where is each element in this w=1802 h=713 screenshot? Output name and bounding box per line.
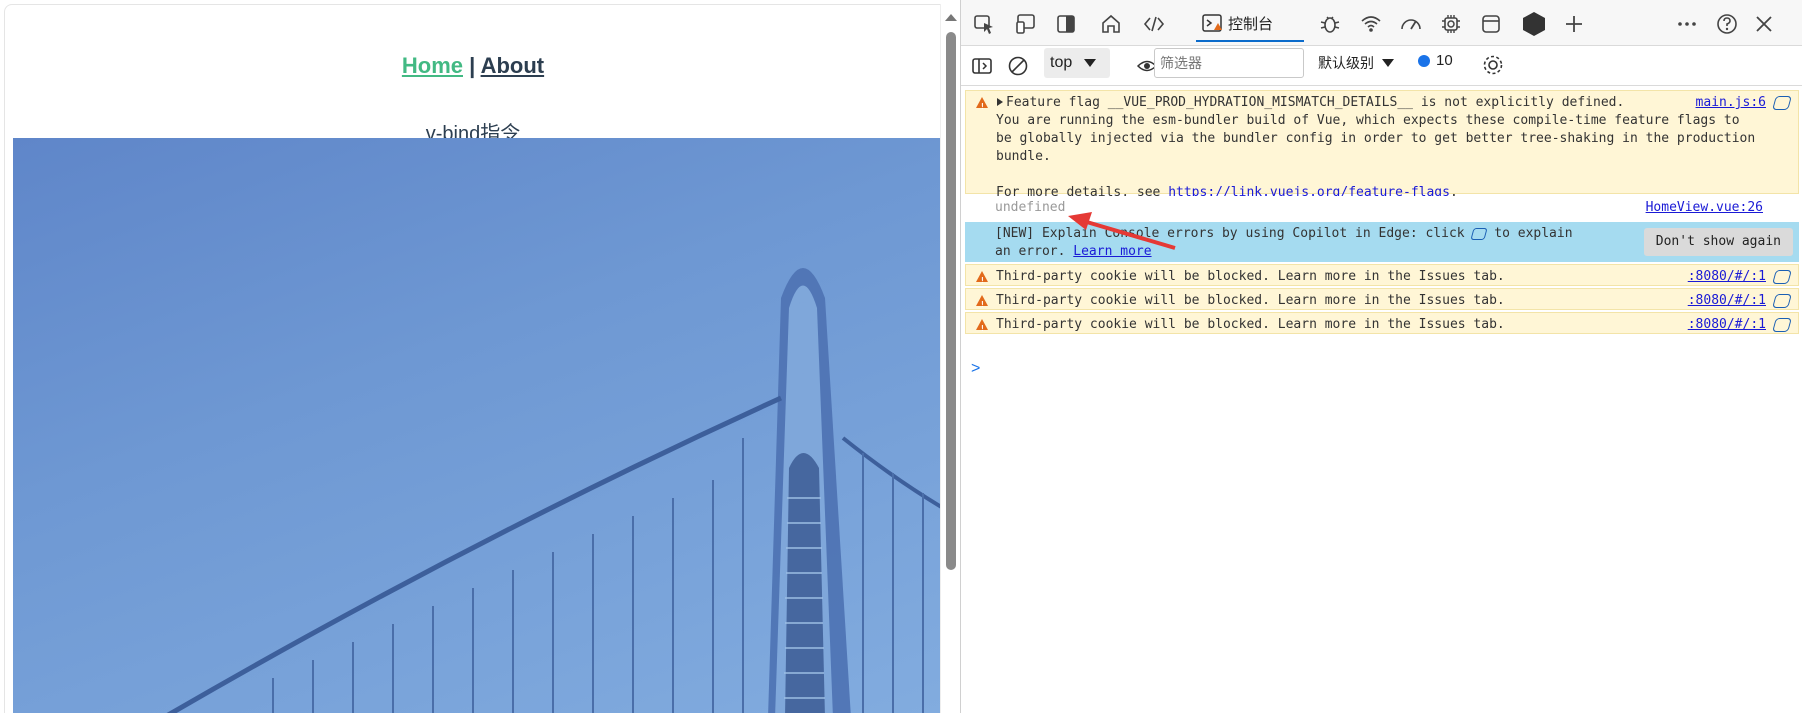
context-value: top bbox=[1050, 54, 1073, 71]
help-question-icon[interactable] bbox=[1714, 11, 1740, 37]
message-text: Feature flag __VUE_PROD_HYDRATION_MISMAT… bbox=[1006, 95, 1625, 110]
sources-bug-icon[interactable] bbox=[1317, 11, 1343, 37]
devtools-panel: 控制台 top 筛选器 默认级别 10 ! Feature flag __VUE… bbox=[960, 0, 1802, 713]
tab-console[interactable]: 控制台 bbox=[1196, 6, 1304, 42]
page-nav: Home | About bbox=[5, 53, 940, 79]
copilot-explain-icon[interactable] bbox=[1772, 294, 1792, 308]
log-level-dropdown[interactable]: 默认级别 bbox=[1318, 52, 1394, 74]
copilot-explain-icon[interactable] bbox=[1772, 270, 1792, 284]
banner-text: to explain bbox=[1494, 226, 1573, 241]
message-text: Third-party cookie will be blocked. Lear… bbox=[996, 317, 1505, 332]
console-prompt-chevron-icon[interactable]: > bbox=[971, 360, 980, 378]
banner-text: [NEW] Explain Console errors by using Co… bbox=[995, 226, 1465, 241]
network-wifi-icon[interactable] bbox=[1358, 11, 1384, 37]
warning-icon bbox=[976, 97, 988, 116]
screen: Home | About v-bind指令 控制台 top 筛选器 默认级别 1… bbox=[0, 0, 1802, 713]
console-messages: Feature flag __VUE_PROD_HYDRATION_MISMAT… bbox=[961, 86, 1802, 338]
chevron-down-icon bbox=[1382, 59, 1394, 67]
browser-page: Home | About v-bind指令 bbox=[0, 0, 960, 713]
warning-icon bbox=[976, 271, 988, 290]
more-options-icon[interactable] bbox=[1674, 11, 1700, 37]
console-warning-feature-flag[interactable]: Feature flag __VUE_PROD_HYDRATION_MISMAT… bbox=[965, 90, 1799, 200]
scroll-thumb[interactable] bbox=[946, 32, 956, 570]
message-count-badge[interactable]: 10 bbox=[1418, 52, 1453, 69]
bridge-image bbox=[13, 138, 940, 713]
warning-icon bbox=[976, 295, 988, 314]
page-viewport: Home | About v-bind指令 bbox=[4, 4, 940, 713]
extension-hexagon-icon[interactable] bbox=[1521, 11, 1547, 37]
devtools-main-toolbar: 控制台 bbox=[961, 0, 1802, 46]
page-scrollbar[interactable] bbox=[940, 4, 960, 713]
log-level-label: 默认级别 bbox=[1318, 55, 1374, 71]
copilot-icon bbox=[1470, 227, 1489, 240]
message-bubble-icon bbox=[1418, 54, 1430, 67]
dont-show-again-button[interactable]: Don't show again bbox=[1643, 228, 1793, 256]
filter-input[interactable] bbox=[1154, 48, 1304, 78]
home-link[interactable]: Home bbox=[402, 53, 463, 78]
copilot-explain-banner: [NEW] Explain Console errors by using Co… bbox=[965, 222, 1799, 262]
dock-sidebar-icon[interactable] bbox=[1053, 11, 1079, 37]
nav-separator: | bbox=[469, 53, 476, 78]
banner-text: an error. bbox=[995, 244, 1066, 259]
show-sidebar-icon[interactable] bbox=[969, 53, 995, 79]
message-detail-line: You are running the esm-bundler build of… bbox=[996, 113, 1740, 128]
message-text: Third-party cookie will be blocked. Lear… bbox=[996, 269, 1505, 284]
copilot-explain-icon[interactable] bbox=[1772, 318, 1792, 332]
console-warning-cookie[interactable]: Third-party cookie will be blocked. Lear… bbox=[965, 288, 1799, 314]
device-emulation-icon[interactable] bbox=[1013, 11, 1039, 37]
tab-console-label: 控制台 bbox=[1228, 15, 1274, 33]
source-link[interactable]: :8080/#/:1 bbox=[1688, 316, 1766, 334]
console-warning-cookie[interactable]: Third-party cookie will be blocked. Lear… bbox=[965, 264, 1799, 290]
elements-code-icon[interactable] bbox=[1141, 11, 1167, 37]
application-window-icon[interactable] bbox=[1478, 11, 1504, 37]
chevron-down-icon bbox=[1084, 59, 1097, 67]
source-link[interactable]: :8080/#/:1 bbox=[1688, 292, 1766, 310]
context-selector[interactable]: top bbox=[1044, 48, 1110, 78]
console-icon bbox=[1202, 14, 1222, 32]
bridge-illustration bbox=[166, 268, 940, 713]
clear-console-icon[interactable] bbox=[1005, 53, 1031, 79]
scroll-up-arrow-icon[interactable] bbox=[945, 14, 957, 21]
inspect-element-icon[interactable] bbox=[971, 11, 997, 37]
console-log-undefined[interactable]: undefined HomeView.vue:26 bbox=[965, 196, 1799, 220]
source-link[interactable]: main.js:6 bbox=[1696, 94, 1766, 112]
message-text: Third-party cookie will be blocked. Lear… bbox=[996, 293, 1505, 308]
source-link[interactable]: :8080/#/:1 bbox=[1688, 268, 1766, 286]
message-detail-line: bundle. bbox=[996, 149, 1051, 164]
about-link[interactable]: About bbox=[481, 53, 545, 78]
close-icon[interactable] bbox=[1751, 11, 1777, 37]
message-detail-line: be globally injected via the bundler con… bbox=[996, 131, 1756, 146]
warning-icon bbox=[976, 319, 988, 338]
learn-more-link[interactable]: Learn more bbox=[1073, 244, 1151, 259]
welcome-home-icon[interactable] bbox=[1098, 11, 1124, 37]
expand-triangle-icon[interactable] bbox=[997, 98, 1003, 106]
performance-gauge-icon[interactable] bbox=[1398, 11, 1424, 37]
message-count: 10 bbox=[1436, 52, 1453, 69]
source-link[interactable]: HomeView.vue:26 bbox=[1646, 199, 1763, 217]
memory-chip-icon[interactable] bbox=[1438, 11, 1464, 37]
console-warning-cookie[interactable]: Third-party cookie will be blocked. Lear… bbox=[965, 312, 1799, 338]
console-settings-gear-icon[interactable] bbox=[1480, 52, 1506, 78]
log-value: undefined bbox=[995, 200, 1066, 215]
more-tools-plus-icon[interactable] bbox=[1561, 11, 1587, 37]
